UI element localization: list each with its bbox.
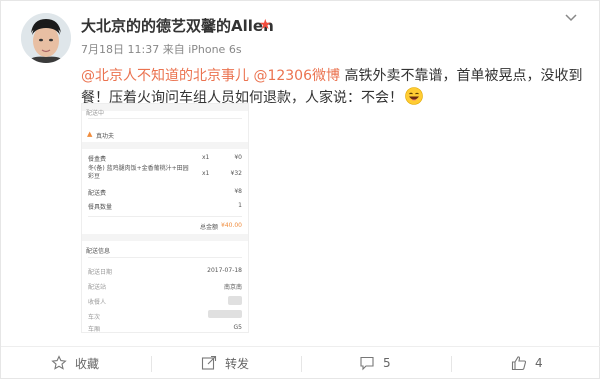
repost-label: 转发 <box>225 356 250 371</box>
favorite-label: 收藏 <box>75 356 100 371</box>
delivery-row-label: 车厢 <box>88 326 101 333</box>
comment-icon <box>360 356 374 371</box>
mention-link[interactable]: @北京人不知道的北京事儿 <box>81 68 249 84</box>
receipt-row-price: 1 <box>238 202 242 209</box>
receipt-row-qty: x1 <box>202 170 210 177</box>
delivery-row-label: 配送站 <box>88 284 107 291</box>
receipt-row-label: 餐盒费 <box>88 156 107 163</box>
receipt-total-value: ¥40.00 <box>221 222 242 229</box>
share-icon <box>201 355 217 370</box>
post-meta: 7月18日 11:37 来自 iPhone 6s <box>81 41 242 57</box>
receipt-row-label: 餐具数量 <box>88 204 113 211</box>
repost-button[interactable]: 转发 <box>201 349 249 377</box>
username[interactable]: 大北京的的德艺双馨的Allen <box>81 15 274 36</box>
delivery-row-value: G5 <box>233 324 242 331</box>
star-outline-icon <box>51 355 67 370</box>
action-separator <box>151 356 152 372</box>
receipt-total-label: 总金额 <box>200 224 219 231</box>
delivery-row-label: 车次 <box>88 314 101 321</box>
post-source: 来自 iPhone 6s <box>162 43 242 56</box>
receipt-row-price: ¥0 <box>234 154 242 161</box>
chevron-down-icon[interactable] <box>563 9 579 25</box>
delivery-row-label: 收餐人 <box>88 299 107 306</box>
vip-star-icon: ★ <box>259 17 272 33</box>
action-bar-divider <box>1 346 600 347</box>
receipt-row-label: 配送费 <box>88 190 107 197</box>
like-count: 4 <box>535 356 543 370</box>
receipt-row-price: ¥8 <box>234 188 242 195</box>
action-separator <box>451 356 452 372</box>
delivery-row-label: 配送日期 <box>88 269 113 276</box>
favorite-button[interactable]: 收藏 <box>51 349 99 377</box>
thumbs-up-icon <box>511 356 527 371</box>
weibo-post-card: 大北京的的德艺双馨的Allen ★ 7月18日 11:37 来自 iPhone … <box>0 0 600 379</box>
redacted-blur <box>228 296 242 305</box>
comment-count: 5 <box>383 356 391 370</box>
post-time[interactable]: 7月18日 11:37 <box>81 43 159 56</box>
receipt-row-price: ¥32 <box>230 170 242 177</box>
delivery-row-value: 南京南 <box>223 284 242 291</box>
delivery-header: 配送信息 <box>86 248 111 255</box>
mention-link[interactable]: @12306微博 <box>253 68 340 84</box>
delivery-row-value: 2017-07-18 <box>207 267 242 274</box>
comment-button[interactable]: 5 <box>359 349 391 377</box>
receipt-vendor: 真功夫 <box>96 133 115 140</box>
redacted-blur <box>208 310 242 318</box>
attached-receipt-image[interactable]: 配送中 ▲ 真功夫 餐盒费 x1 ¥0 冬(备) 蓝鸡腿肉饭+金香葡桃汁+田园彩… <box>81 103 249 333</box>
action-separator <box>301 356 302 372</box>
avatar[interactable] <box>21 13 71 63</box>
receipt-row-label: 冬(备) 蓝鸡腿肉饭+金香葡桃汁+田园彩豆 <box>88 165 189 180</box>
like-button[interactable]: 4 <box>511 349 543 377</box>
laughing-face-emoji-icon <box>405 87 423 105</box>
vendor-logo-icon: ▲ <box>87 130 93 138</box>
receipt-row-qty: x1 <box>202 154 210 161</box>
receipt-status: 配送中 <box>86 110 105 117</box>
